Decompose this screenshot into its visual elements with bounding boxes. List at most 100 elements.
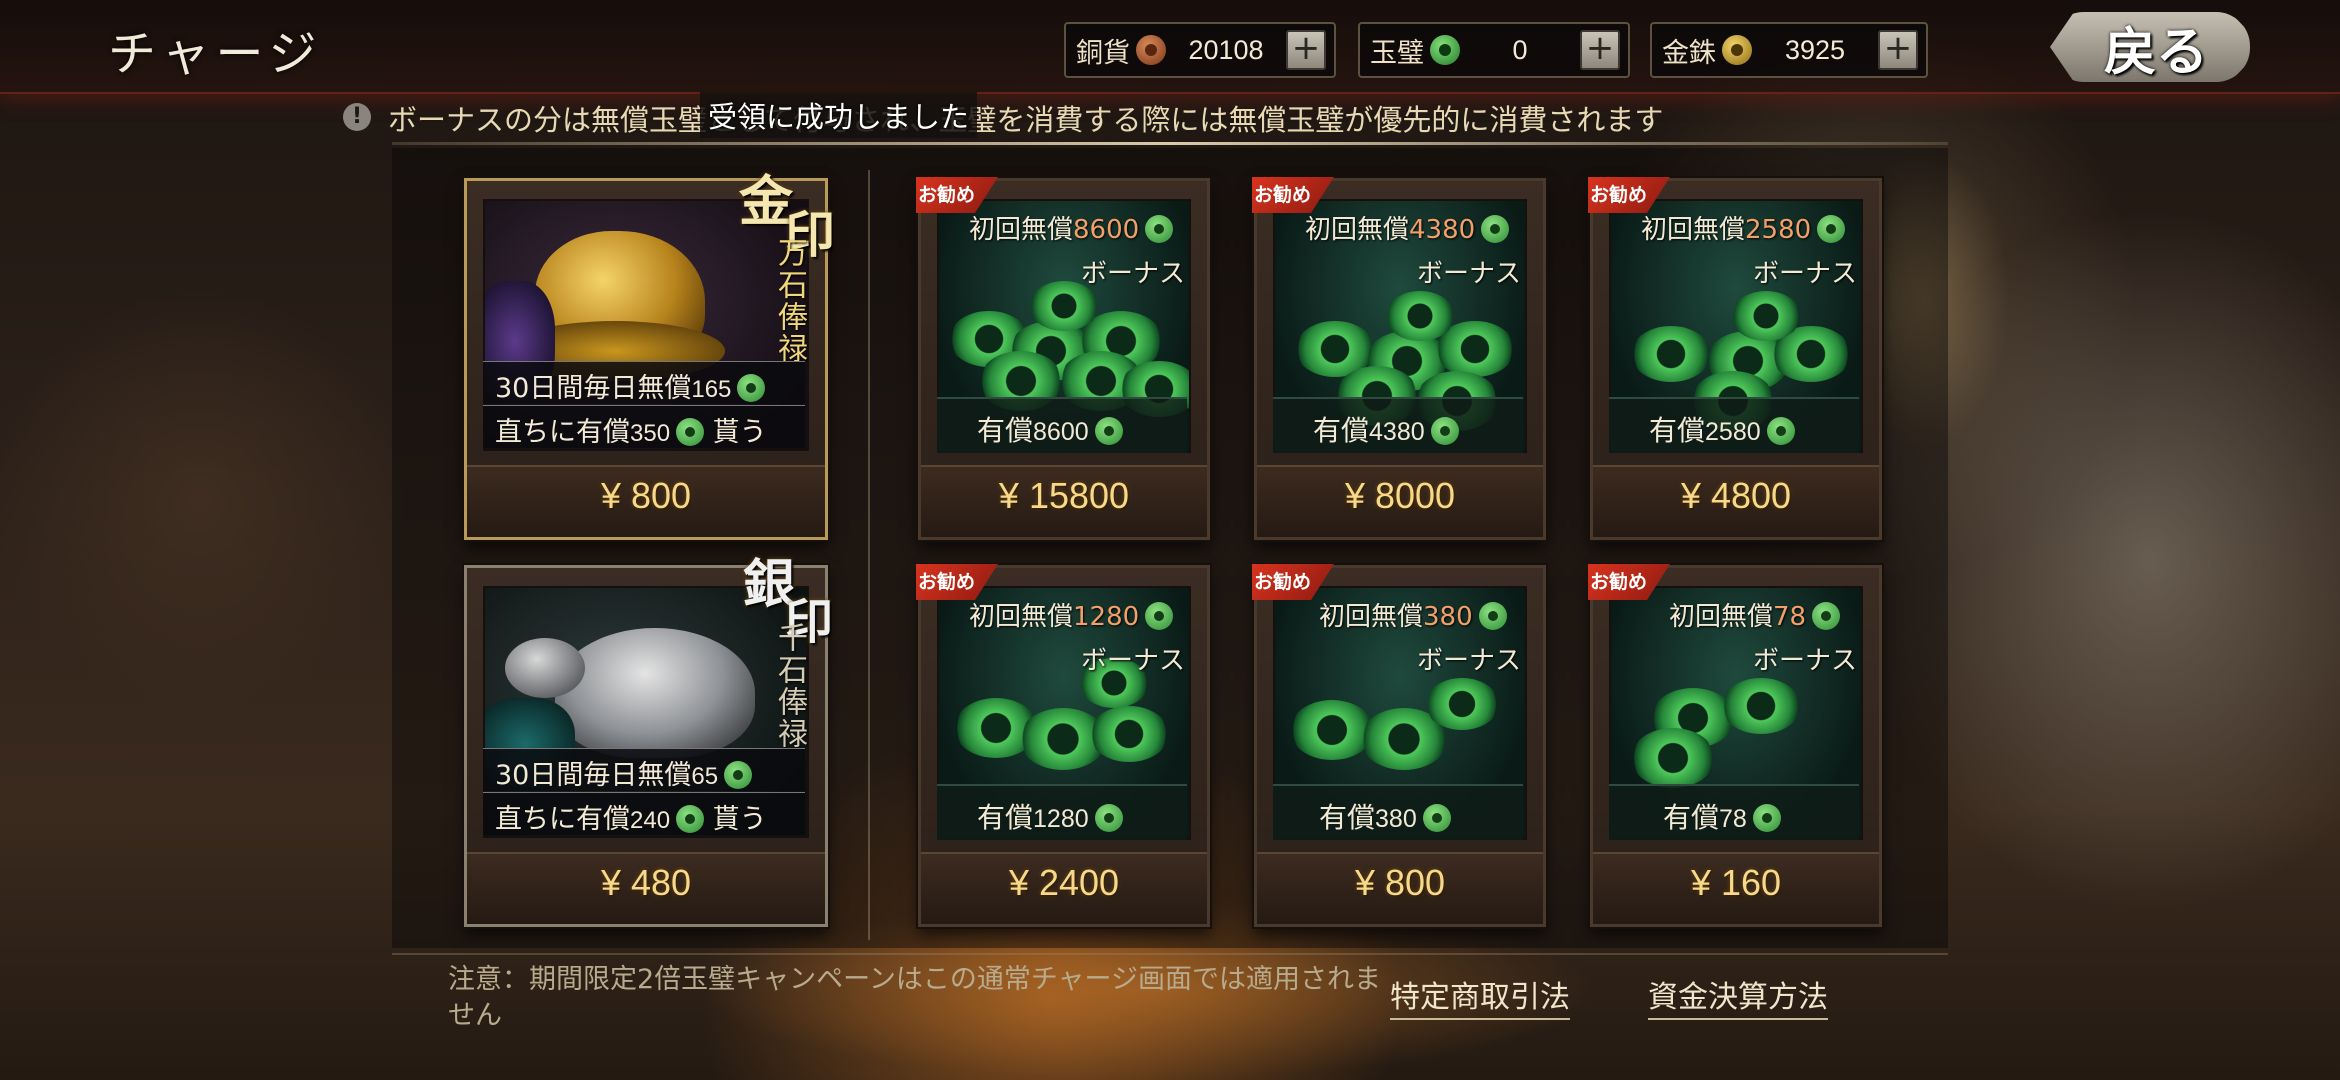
jade-pack-card[interactable]: 初回無償2580 ボーナス 有償2580 お勧め ¥ 4800 <box>1588 177 1882 540</box>
currency-gold: 金銖 3925 + <box>1650 22 1928 78</box>
paid-prefix: 有償 <box>977 414 1034 447</box>
bonus-prefix: 初回無償 <box>1641 215 1746 245</box>
add-copper-button[interactable]: + <box>1286 30 1326 70</box>
price-label: ¥ 480 <box>600 862 692 903</box>
add-gold-button[interactable]: + <box>1878 30 1918 70</box>
paid-text: 有償78 <box>1663 796 1781 836</box>
jade-disc <box>1721 678 1801 734</box>
price-button[interactable]: ¥ 800 <box>467 465 825 537</box>
paid-row: 有償8600 <box>937 397 1187 453</box>
badge-label: お勧め <box>1590 184 1648 206</box>
campaign-note: 注意：期間限定2倍玉璧キャンペーンはこの通常チャージ画面では適用されません <box>448 964 1382 1031</box>
paid-prefix: 有償 <box>977 801 1034 834</box>
jade-coin-icon <box>1817 215 1846 243</box>
seal-daily-amount: 65 <box>691 763 719 790</box>
bonus-word: ボーナス <box>1416 646 1521 676</box>
bonus-word: ボーナス <box>1416 259 1521 289</box>
paid-prefix: 有償 <box>1663 801 1720 834</box>
price-button[interactable]: ¥ 800 <box>1257 852 1543 924</box>
paid-row: 有償78 <box>1609 784 1859 840</box>
jade-pack-card[interactable]: 初回無償4380 ボーナス 有償4380 お勧め ¥ 8000 <box>1252 177 1546 540</box>
jade-coin-icon <box>1094 804 1123 832</box>
paid-prefix: 有償 <box>1313 414 1370 447</box>
price-label: ¥ 15800 <box>998 475 1130 516</box>
commerce-law-link[interactable]: 特定商取引法 <box>1390 972 1570 1020</box>
back-button-label[interactable]: 戻る <box>2104 10 2208 85</box>
seal-daily-row: 30日間毎日無償65 <box>483 748 805 791</box>
bonus-prefix: 初回無償 <box>1305 215 1410 245</box>
bonus-amount: 4380 <box>1409 215 1476 245</box>
jade-coin-icon <box>1481 215 1510 243</box>
info-icon: ! <box>343 103 371 131</box>
bonus-amount: 8600 <box>1073 215 1140 245</box>
jade-pack-card[interactable]: 初回無償380 ボーナス 有償 380 お勧め ¥ 800 <box>1252 564 1546 927</box>
jade-disc <box>1385 291 1455 341</box>
price-label: ¥ 800 <box>600 475 692 516</box>
jade-pack-card[interactable]: 初回無償1280 ボーナス 有償1280 お勧め ¥ 2400 <box>916 564 1210 927</box>
seal-daily-text: 30日間毎日無償65 <box>495 753 753 792</box>
jade-coin-icon <box>676 805 705 833</box>
currency-label: 銅貨 <box>1076 37 1130 69</box>
bonus-line: 初回無償8600 <box>969 209 1174 246</box>
price-button[interactable]: ¥ 4800 <box>1593 465 1879 537</box>
paid-amount: 1280 <box>1033 805 1089 833</box>
paid-row: 有償4380 <box>1273 397 1523 453</box>
price-button[interactable]: ¥ 15800 <box>921 465 1207 537</box>
seal-instant-prefix: 直ちに有償 <box>495 417 630 448</box>
bonus-line: 初回無償1280 <box>969 596 1174 633</box>
bonus-prefix: 初回無償 <box>969 602 1074 632</box>
gold-seal-card[interactable]: 金 印 万石俸禄 30日間毎日無償165 直ちに有償350 貰う ¥ 800 <box>464 169 835 540</box>
price-button[interactable]: ¥ 8000 <box>1257 465 1543 537</box>
bonus-prefix: 初回無償 <box>969 215 1074 245</box>
jade-disc <box>1631 326 1711 382</box>
badge-label: お勧め <box>1254 571 1312 593</box>
seal-daily-amount: 165 <box>691 376 732 403</box>
bonus-word: ボーナス <box>1080 259 1185 289</box>
panel-divider <box>868 170 870 940</box>
jade-coin-icon <box>1422 804 1451 832</box>
jade-coin-icon <box>1766 417 1795 445</box>
seal-instant-amount: 240 <box>630 807 671 834</box>
jade-pack-card[interactable]: 初回無償78 ボーナス 有償78 お勧め ¥ 160 <box>1588 564 1882 927</box>
paid-prefix: 有償 <box>1649 414 1706 447</box>
paid-amount: 8600 <box>1033 418 1089 446</box>
price-button[interactable]: ¥ 2400 <box>921 852 1207 924</box>
currency-value: 3925 <box>1784 34 1846 65</box>
bonus-line: 初回無償380 <box>1319 596 1507 633</box>
payment-method-link[interactable]: 資金決算方法 <box>1648 972 1828 1020</box>
bonus-line: 初回無償78 <box>1669 596 1841 633</box>
bonus-line: 初回無償4380 <box>1305 209 1510 246</box>
price-button[interactable]: ¥ 160 <box>1593 852 1879 924</box>
add-jade-button[interactable]: + <box>1580 30 1620 70</box>
paid-text: 有償4380 <box>1313 409 1459 449</box>
jade-coin-icon <box>1145 215 1174 243</box>
seal-daily-row: 30日間毎日無償165 <box>483 361 805 404</box>
seal-instant-text: 直ちに有償240 貰う <box>495 797 767 836</box>
paid-text: 有償2580 <box>1649 409 1795 449</box>
success-toast: 受領に成功しました <box>700 92 978 138</box>
badge-label: お勧め <box>1254 184 1312 206</box>
jade-coin-icon <box>1812 602 1841 630</box>
paid-prefix: 有償 <box>1319 801 1376 834</box>
seal-instant-row: 直ちに有償240 貰う <box>483 792 805 835</box>
jade-disc <box>1631 728 1715 788</box>
seal-instant-suffix: 貰う <box>712 417 767 448</box>
seal-daily-prefix: 30日間毎日無償 <box>495 373 692 404</box>
paid-amount: 2580 <box>1705 418 1761 446</box>
paid-amount: 4380 <box>1369 418 1425 446</box>
seal-instant-row: 直ちに有償350 貰う <box>483 405 805 448</box>
currency-label: 金銖 <box>1662 37 1716 69</box>
jade-coin-icon <box>1094 417 1123 445</box>
jade-coin-icon <box>1430 35 1460 65</box>
jade-coin-icon <box>1752 804 1781 832</box>
jade-pack-card[interactable]: 初回無償8600 ボーナス 有償8600 お勧め ¥ 15800 <box>916 177 1210 540</box>
price-button[interactable]: ¥ 480 <box>467 852 825 924</box>
bonus-prefix: 初回無償 <box>1319 602 1424 632</box>
price-label: ¥ 800 <box>1354 862 1446 903</box>
currency-jade: 玉璧 0 + <box>1358 22 1630 78</box>
jade-disc <box>1425 678 1499 730</box>
currency-value: 20108 <box>1188 34 1264 65</box>
price-label: ¥ 160 <box>1690 862 1782 903</box>
silver-seal-card[interactable]: 銀 印 千石俸禄 30日間毎日無償65 直ちに有償240 貰う ¥ 480 <box>464 554 833 927</box>
bonus-amount: 380 <box>1423 602 1473 632</box>
